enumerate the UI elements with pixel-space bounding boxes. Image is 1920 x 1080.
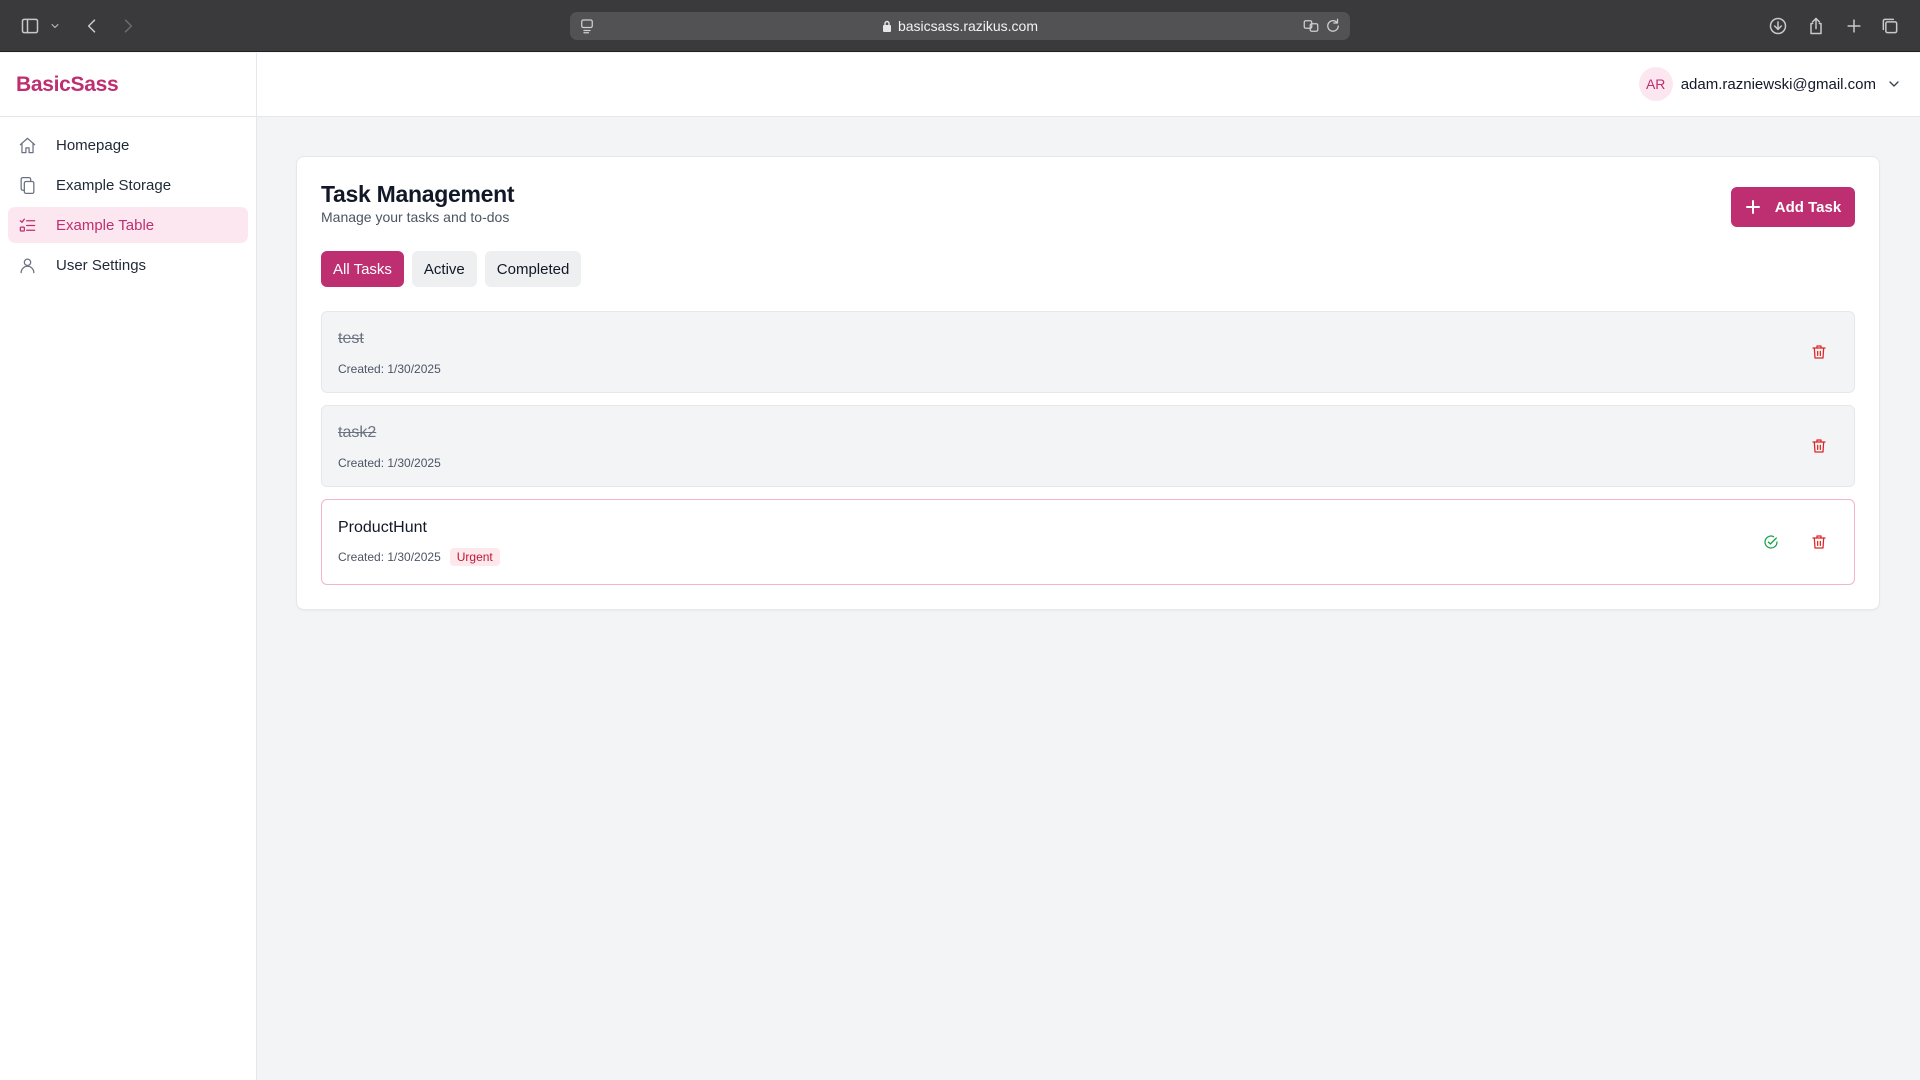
translate-icon[interactable] <box>1302 17 1320 35</box>
page-subtitle: Manage your tasks and to-dos <box>321 209 510 225</box>
task-title: task2 <box>338 424 377 441</box>
sidebar-item-label: Example Storage <box>56 176 172 194</box>
page-title: Task Management <box>321 181 515 207</box>
delete-task-button[interactable] <box>1808 341 1830 363</box>
address-bar[interactable]: basicsass.razikus.com <box>570 12 1350 40</box>
task-title: test <box>338 330 364 347</box>
tab-completed[interactable]: Completed <box>484 251 582 287</box>
sidebar-item-homepage[interactable]: Homepage <box>8 127 248 163</box>
chevron-down-icon[interactable] <box>48 14 62 38</box>
urgent-badge: Urgent <box>449 548 500 566</box>
top-header: AR adam.razniewski@gmail.com <box>257 53 1920 117</box>
reload-icon[interactable] <box>1324 17 1342 35</box>
sidebar-item-example-storage[interactable]: Example Storage <box>8 167 248 203</box>
task-created-date: Created: 1/30/2025 <box>338 362 441 376</box>
task-item: task2 Created: 1/30/2025 <box>321 405 1855 487</box>
avatar[interactable]: AR <box>1638 67 1673 101</box>
tab-overview-icon[interactable] <box>1878 14 1902 38</box>
check-circle-icon <box>1764 535 1778 549</box>
user-email[interactable]: adam.razniewski@gmail.com <box>1681 76 1876 93</box>
trash-icon <box>1812 439 1826 453</box>
task-meta: Created: 1/30/2025 <box>338 362 441 376</box>
trash-icon <box>1812 535 1826 549</box>
task-meta: Created: 1/30/2025 Urgent <box>338 548 500 566</box>
lock-icon <box>882 20 891 32</box>
task-management-card: Task Management Manage your tasks and to… <box>296 156 1880 610</box>
sidebar-item-label: Homepage <box>56 136 130 154</box>
complete-task-button[interactable] <box>1760 531 1782 553</box>
sidebar-item-user-settings[interactable]: User Settings <box>8 247 248 283</box>
task-title: ProductHunt <box>338 519 427 536</box>
sidebar-item-label: User Settings <box>56 256 147 274</box>
delete-task-button[interactable] <box>1808 531 1830 553</box>
url-text: basicsass.razikus.com <box>570 18 1350 34</box>
user-menu[interactable]: AR adam.razniewski@gmail.com <box>1638 67 1902 101</box>
back-icon[interactable] <box>80 14 104 38</box>
plus-icon <box>1745 199 1761 215</box>
brand-logo[interactable]: BasicSass <box>0 53 256 117</box>
task-meta: Created: 1/30/2025 <box>338 456 441 470</box>
task-item: test Created: 1/30/2025 <box>321 311 1855 393</box>
sidebar-toggle-icon[interactable] <box>18 14 42 38</box>
tab-active[interactable]: Active <box>411 251 477 287</box>
user-icon <box>17 255 37 275</box>
sidebar-item-example-table[interactable]: Example Table <box>8 207 248 243</box>
new-tab-icon[interactable] <box>1842 14 1866 38</box>
browser-toolbar: basicsass.razikus.com <box>0 0 1920 52</box>
home-icon <box>17 135 37 155</box>
task-filter-tabs: All Tasks Active Completed <box>321 251 589 287</box>
add-task-label: Add Task <box>1774 198 1842 216</box>
share-icon[interactable] <box>1804 14 1828 38</box>
sidebar-nav: Homepage Example Storage Example Table U… <box>0 117 256 297</box>
tab-all-tasks[interactable]: All Tasks <box>321 251 404 287</box>
download-icon[interactable] <box>1766 14 1790 38</box>
list-checks-icon <box>17 215 37 235</box>
add-task-button[interactable]: Add Task <box>1731 187 1855 227</box>
forward-icon[interactable] <box>116 14 140 38</box>
task-created-date: Created: 1/30/2025 <box>338 456 441 470</box>
delete-task-button[interactable] <box>1808 435 1830 457</box>
sidebar-item-label: Example Table <box>56 216 155 234</box>
sidebar: BasicSass Homepage Example Storage Examp… <box>0 53 257 1080</box>
task-item: ProductHunt Created: 1/30/2025 Urgent <box>321 499 1855 585</box>
trash-icon <box>1812 345 1826 359</box>
documents-icon <box>17 175 37 195</box>
task-created-date: Created: 1/30/2025 <box>338 550 441 564</box>
chevron-down-icon[interactable] <box>1886 76 1902 92</box>
